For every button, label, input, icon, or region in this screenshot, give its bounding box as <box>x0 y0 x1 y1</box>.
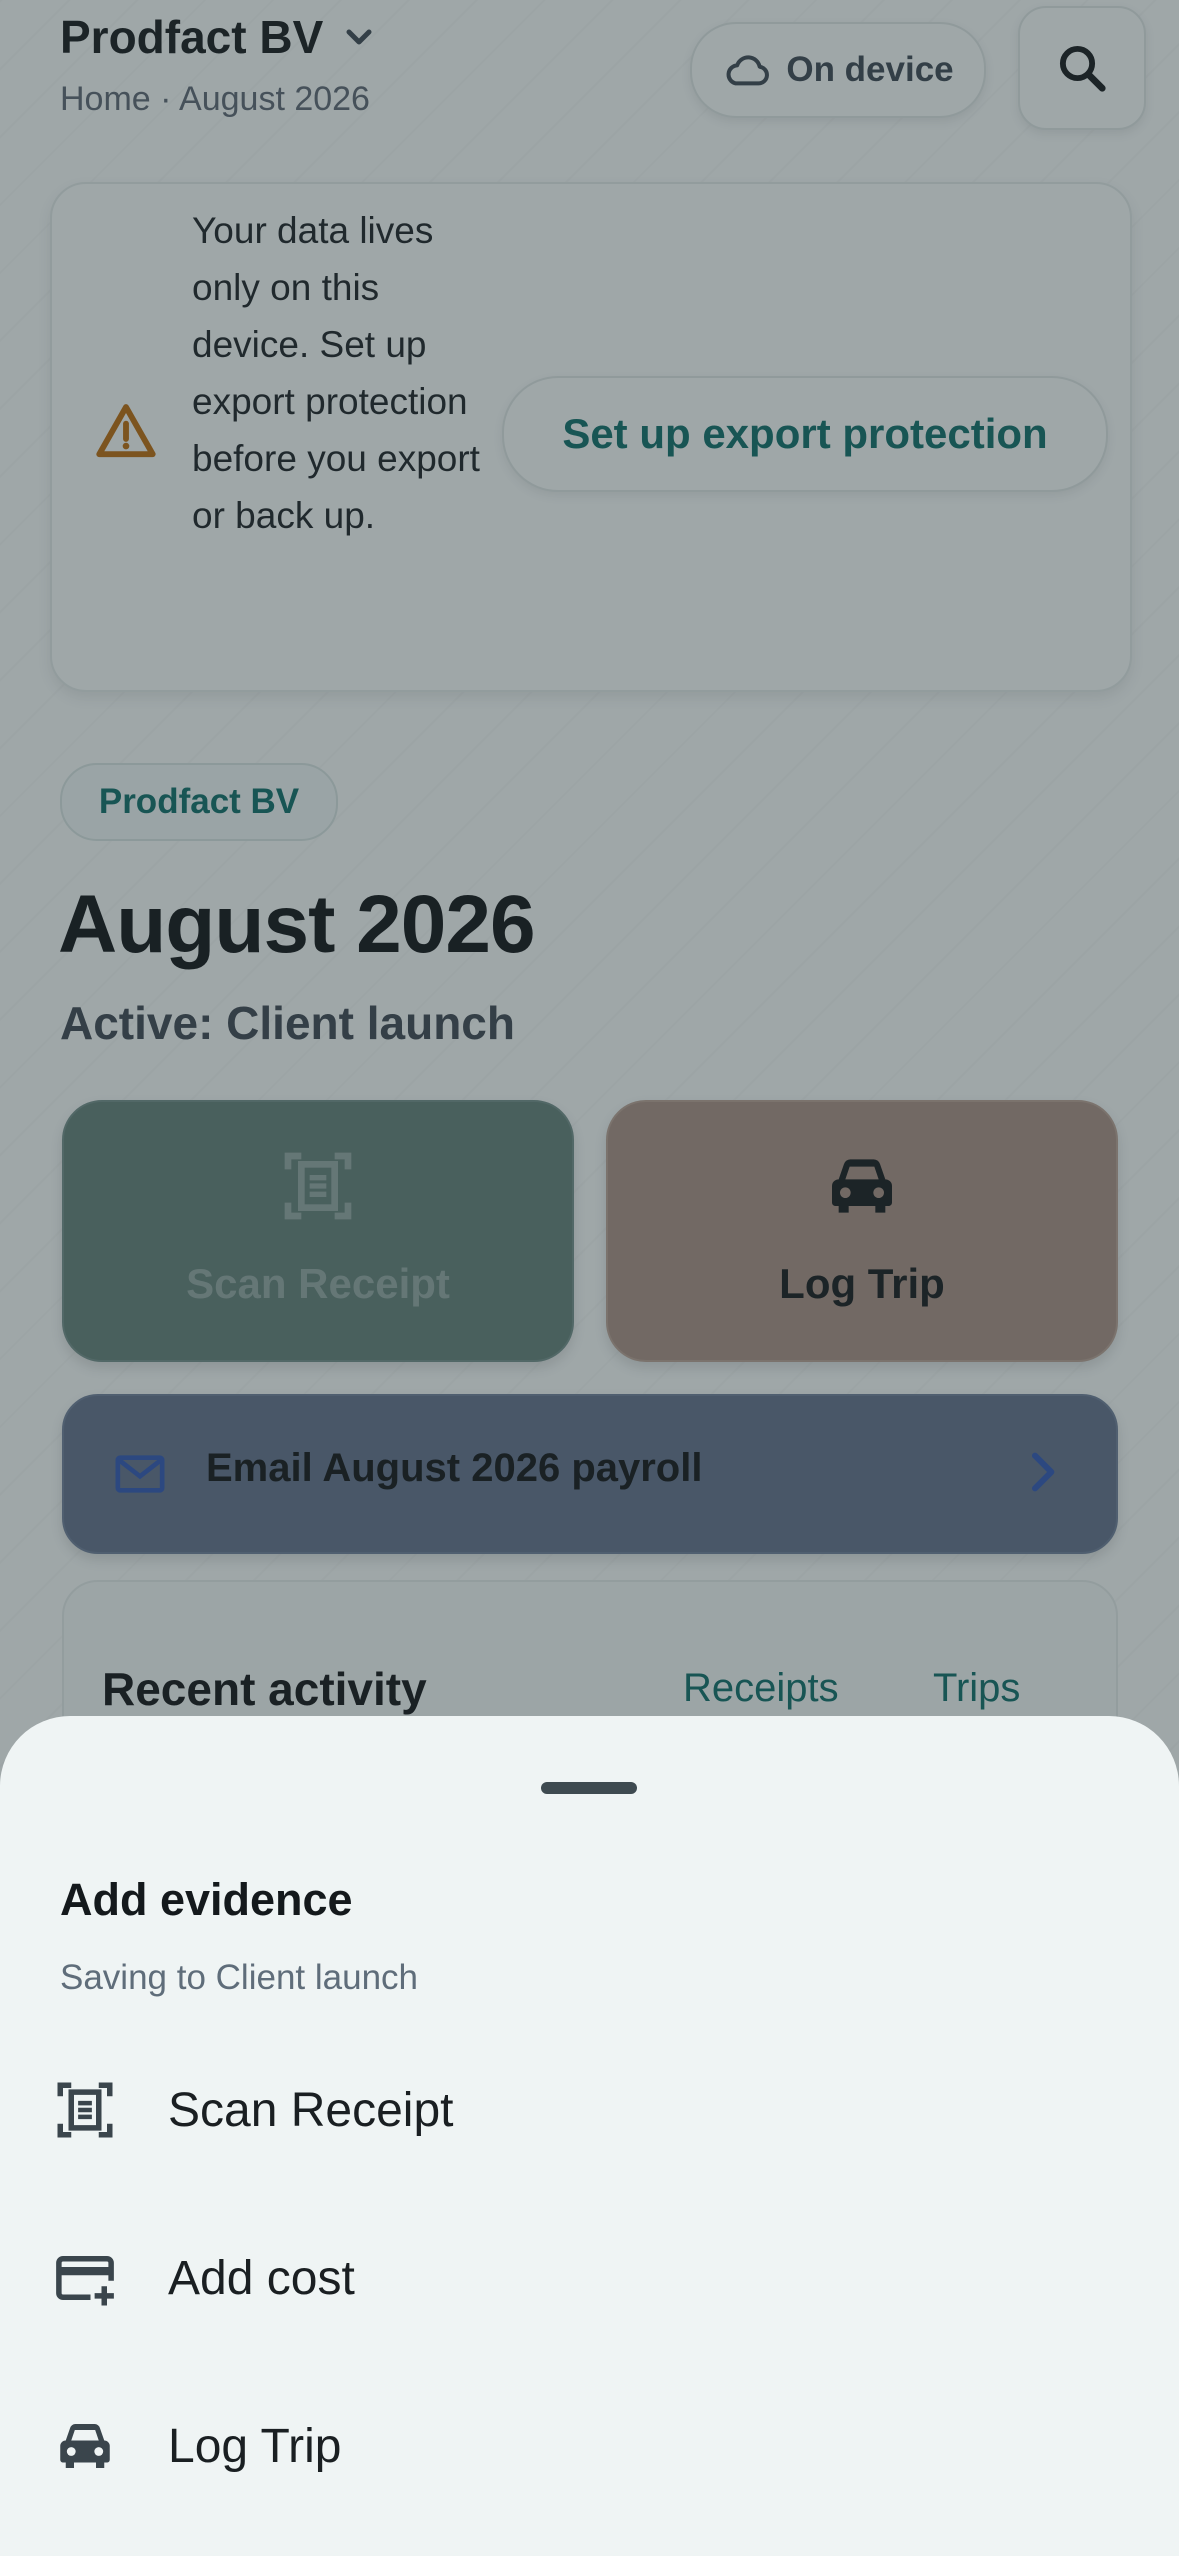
sheet-item-scan-receipt[interactable]: Scan Receipt <box>0 2030 1179 2190</box>
sheet-item-label: Scan Receipt <box>168 2083 454 2137</box>
card-add-icon <box>56 2256 114 2306</box>
sheet-subtitle: Saving to Client launch <box>60 1958 418 1997</box>
sheet-item-label: Add cost <box>168 2251 355 2305</box>
sheet-title: Add evidence <box>60 1874 353 1925</box>
sheet-item-label: Log Trip <box>168 2419 342 2473</box>
sheet-item-log-trip[interactable]: Log Trip <box>0 2366 1179 2526</box>
sheet-drag-handle[interactable] <box>541 1782 637 1794</box>
document-scan-icon <box>57 2082 113 2138</box>
car-icon <box>60 2424 110 2468</box>
sheet-item-add-cost[interactable]: Add cost <box>0 2198 1179 2358</box>
